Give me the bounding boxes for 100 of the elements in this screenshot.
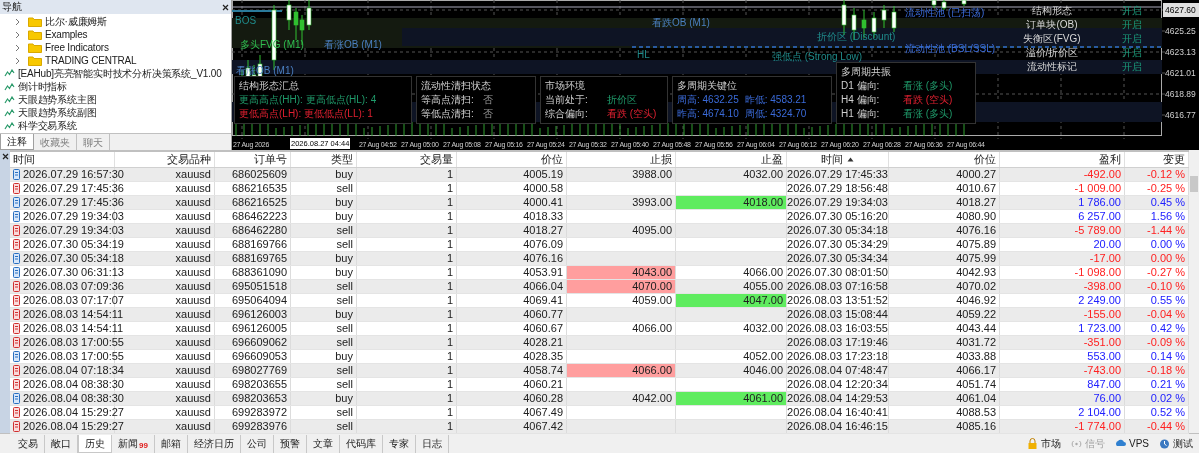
- column-header[interactable]: 价位: [974, 151, 996, 168]
- indicator-icon: [4, 108, 15, 118]
- column-header[interactable]: 类型: [331, 151, 353, 168]
- bottom-tab[interactable]: 公司: [240, 434, 274, 453]
- column-header[interactable]: 价位: [541, 151, 563, 168]
- table-cell: 1: [357, 280, 457, 293]
- table-cell: 1: [357, 392, 457, 405]
- column-header[interactable]: 变更: [1163, 151, 1185, 168]
- panel-heading: 流动性清扫状态: [421, 81, 492, 91]
- bottom-tab[interactable]: 预警: [273, 434, 307, 453]
- close-icon[interactable]: [1, 153, 9, 160]
- table-cell: 4018.33: [457, 210, 567, 223]
- table-cell: sell: [291, 336, 357, 349]
- table-cell: 2026.08.03 17:19:46: [787, 336, 889, 349]
- table-cell: -1 009.00: [1000, 182, 1125, 195]
- folder-item[interactable]: 比尔·威廉姆斯: [45, 16, 107, 27]
- table-cell: 4028.21: [457, 336, 567, 349]
- toggle-state[interactable]: 开启: [1107, 30, 1157, 46]
- status-button[interactable]: 市场: [1027, 436, 1061, 451]
- table-cell: sell: [291, 294, 357, 307]
- indicator-item[interactable]: [EAHub]亮亮智能实时技术分析决策系统_V1.00: [18, 69, 222, 79]
- table-cell: 4042.93: [889, 266, 1000, 279]
- table-cell: 4075.99: [889, 252, 1000, 265]
- table-cell: buy: [291, 168, 357, 181]
- table-cell: 698027769: [215, 364, 291, 377]
- table-cell: 2026.08.03 07:09:36: [23, 281, 124, 292]
- table-cell: 4088.53: [889, 406, 1000, 419]
- column-header[interactable]: 盈利: [1099, 151, 1121, 168]
- toggle-state[interactable]: 开启: [1107, 2, 1157, 18]
- table-cell: 2026.08.03 16:03:55: [787, 322, 889, 335]
- close-icon[interactable]: [222, 3, 229, 11]
- panel-text: 等高点清扫:: [421, 95, 475, 105]
- indicator-item[interactable]: 倒计时指标: [18, 82, 67, 93]
- table-cell: 2026.07.30 05:34:34: [787, 252, 889, 265]
- table-cell: 696126005: [215, 322, 291, 335]
- folder-item[interactable]: Examples: [45, 29, 88, 40]
- column-header[interactable]: 时间: [13, 151, 35, 168]
- indicator-item[interactable]: 科学交易系统: [18, 121, 77, 132]
- folder-icon: [28, 29, 42, 41]
- table-cell: 2026.08.03 17:00:55: [23, 351, 124, 362]
- panel-text: 等低点清扫:: [421, 109, 475, 119]
- status-button[interactable]: 测试: [1159, 436, 1193, 451]
- table-cell: 4061.00: [676, 392, 787, 405]
- table-cell: 4067.49: [457, 406, 567, 419]
- table-cell: 1: [357, 224, 457, 237]
- folder-icon: [28, 55, 42, 67]
- table-cell: 4000.58: [457, 182, 567, 195]
- table-cell: 3988.00: [567, 168, 676, 181]
- panel-text: 更高高点(HH): 更高低点(HL): 4: [239, 95, 377, 105]
- status-button[interactable]: VPS: [1115, 436, 1149, 451]
- table-cell: 4055.00: [676, 280, 787, 293]
- panel-heading: 多周期关键位: [677, 81, 738, 91]
- table-cell: 4076.16: [457, 252, 567, 265]
- folder-item[interactable]: TRADING CENTRAL: [45, 55, 137, 66]
- panel-tab[interactable]: 注释: [0, 134, 34, 150]
- bottom-tab[interactable]: 代码库: [339, 434, 383, 453]
- bottom-tab[interactable]: 日志: [415, 434, 449, 453]
- table-cell: 4018.27: [457, 224, 567, 237]
- panel-value: 看跌 (空头): [903, 95, 953, 105]
- column-header[interactable]: 订单号: [254, 151, 287, 168]
- column-header[interactable]: 止盈: [761, 151, 783, 168]
- column-header[interactable]: 止损: [650, 151, 672, 168]
- toggle-state[interactable]: 开启: [1107, 16, 1157, 32]
- column-header[interactable]: 时间: [821, 151, 843, 168]
- folder-item[interactable]: Free Indicators: [45, 42, 109, 53]
- bottom-tab[interactable]: 历史: [78, 434, 112, 453]
- bottom-tab[interactable]: 邮箱: [154, 434, 188, 453]
- indicator-item[interactable]: 天眼趋势系统副图: [18, 108, 97, 119]
- table-cell: 4061.04: [889, 392, 1000, 405]
- table-cell: 2026.08.03 14:54:11: [23, 323, 124, 334]
- chart-label: 强低点 (Strong Low): [772, 52, 863, 62]
- indicator-item[interactable]: 天眼趋势系统主图: [18, 95, 97, 106]
- table-cell: 2026.07.30 05:34:18: [787, 224, 889, 237]
- column-header[interactable]: 交易品种: [167, 151, 211, 168]
- panel-text: 周高: 4632.25: [677, 95, 739, 105]
- panel-value: 昨低: 4583.21: [744, 95, 807, 105]
- table-cell: 4060.77: [457, 308, 567, 321]
- bottom-tab[interactable]: 新闻 99: [112, 434, 155, 453]
- table-cell: 1: [357, 308, 457, 321]
- bottom-tab[interactable]: 专家: [382, 434, 416, 453]
- table-cell: sell: [291, 378, 357, 391]
- table-cell: 4060.67: [457, 322, 567, 335]
- bottom-tab[interactable]: 经济日历: [187, 434, 241, 453]
- table-cell: 686462280: [215, 224, 291, 237]
- column-header[interactable]: 交易量: [420, 151, 453, 168]
- panel-heading: 市场环境: [545, 81, 586, 91]
- table-cell: -398.00: [1000, 280, 1125, 293]
- table-cell: 2026.07.29 19:34:03: [787, 196, 889, 209]
- price-label: 4621.01: [1164, 67, 1197, 80]
- toggle-state[interactable]: 开启: [1107, 44, 1157, 60]
- table-cell: 2026.08.03 07:17:07: [23, 295, 124, 306]
- bottom-tab[interactable]: 交易: [12, 434, 45, 453]
- toggle-state[interactable]: 开启: [1107, 58, 1157, 74]
- table-cell: 76.00: [1000, 392, 1125, 405]
- table-cell: 695064094: [215, 294, 291, 307]
- table-cell: 696126003: [215, 308, 291, 321]
- scrollbar-thumb[interactable]: [1190, 176, 1198, 192]
- table-cell: 696609062: [215, 336, 291, 349]
- table-cell: sell: [291, 182, 357, 195]
- bottom-tab[interactable]: 文章: [306, 434, 340, 453]
